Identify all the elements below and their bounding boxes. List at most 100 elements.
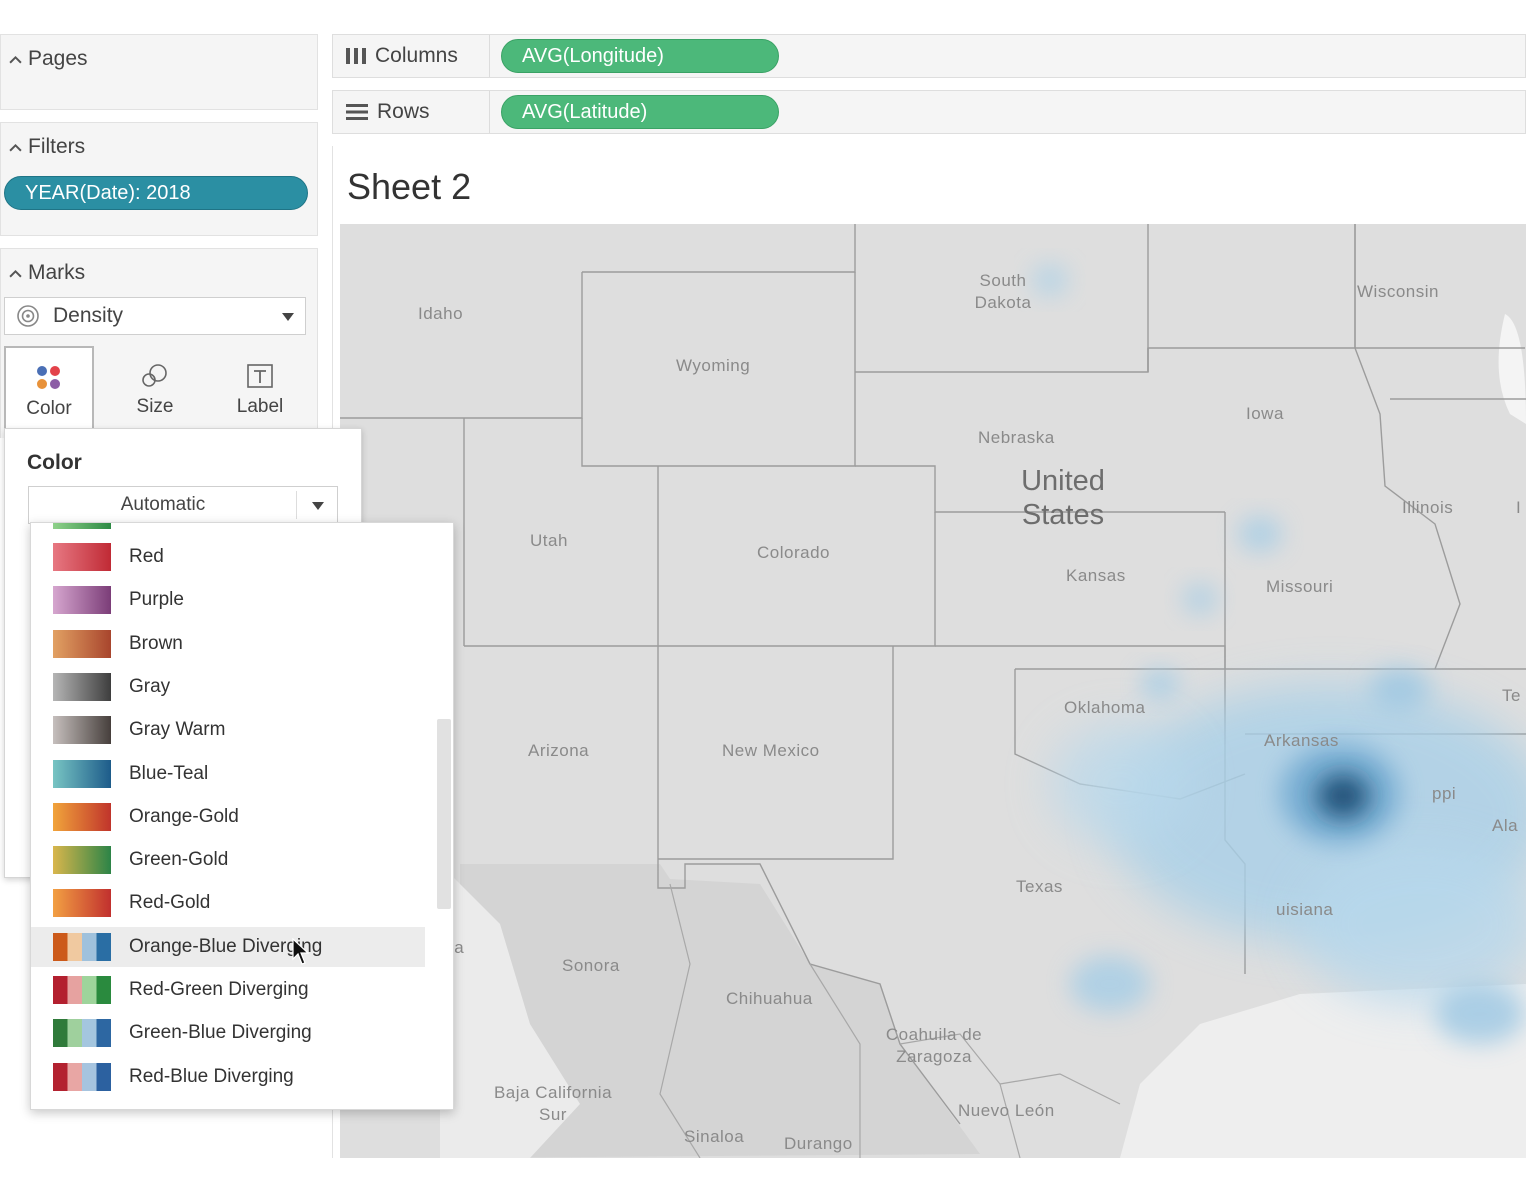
chevron-down-icon[interactable]: [281, 312, 295, 322]
palette-option-label: Green-Blue Diverging: [129, 1022, 312, 1044]
palette-option[interactable]: Purple: [31, 580, 425, 620]
label-t-icon: [247, 364, 273, 388]
palette-option-label: Gray Warm: [129, 719, 226, 741]
pages-card: Pages: [0, 34, 318, 110]
color-palette-dropdown[interactable]: Automatic: [28, 486, 338, 524]
palette-swatch: [53, 846, 111, 875]
columns-shelf[interactable]: Columns AVG(Longitude): [332, 34, 1526, 78]
palette-swatch: [53, 672, 111, 701]
state-label: Chihuahua: [726, 989, 813, 1008]
size-mark-button[interactable]: Size: [110, 346, 200, 428]
palette-swatch: [53, 976, 111, 1004]
state-label: Illinois: [1402, 498, 1454, 517]
state-label: Durango: [784, 1134, 853, 1153]
state-label: Baja California Sur: [493, 1083, 613, 1124]
palette-option-label: Red-Green Diverging: [129, 979, 309, 1000]
color-mark-button[interactable]: Color: [4, 346, 94, 430]
palette-option[interactable]: Gray Warm: [31, 710, 425, 750]
collapse-caret-icon[interactable]: [9, 141, 22, 154]
state-label: Wisconsin: [1357, 282, 1439, 301]
palette-swatch: [53, 629, 111, 658]
palette-swatch: [53, 759, 111, 788]
palette-option[interactable]: Orange-Gold: [31, 797, 425, 837]
state-label: Nuevo León: [958, 1101, 1055, 1120]
palette-option-label: Red: [129, 546, 164, 567]
state-label: Arizona: [528, 741, 590, 760]
state-label: Iowa: [1246, 404, 1284, 423]
sheet-title: Sheet 2: [347, 166, 472, 207]
state-label: Coahuila de Zaragoza: [885, 1025, 983, 1066]
shelf-divider: [489, 91, 490, 133]
columns-label-text: Columns: [375, 44, 458, 67]
palette-swatch: [53, 716, 111, 745]
state-label: Colorado: [757, 543, 830, 562]
filters-header[interactable]: Filters: [9, 135, 85, 159]
palette-option-label: Green-Gold: [129, 849, 229, 871]
density-map[interactable]: United States South Dakota Idaho Wyoming…: [340, 224, 1526, 1158]
palette-option[interactable]: Red: [31, 537, 425, 577]
state-label: Sinaloa: [684, 1127, 745, 1146]
color-popover-title: Color: [27, 451, 82, 474]
edge-label-partial: ppi: [1432, 784, 1457, 803]
state-label: Arkansas: [1264, 731, 1339, 750]
marks-title: Marks: [28, 261, 86, 284]
shelf-divider: [489, 35, 490, 77]
pages-header[interactable]: Pages: [9, 47, 88, 71]
state-label: Idaho: [418, 304, 464, 323]
palette-option[interactable]: Brown: [31, 624, 425, 664]
label-mark-label: Label: [236, 396, 284, 417]
color-palette-value: Automatic: [120, 494, 206, 515]
palette-option-label: Orange-Gold: [129, 805, 239, 827]
palette-option[interactable]: Blue-Teal: [31, 754, 425, 794]
state-label: Texas: [1016, 877, 1063, 896]
rows-shelf[interactable]: Rows AVG(Latitude): [332, 90, 1526, 134]
palette-swatch: [53, 586, 111, 615]
palette-option[interactable]: Red-Green Diverging: [31, 970, 425, 1010]
columns-icon: [346, 48, 366, 64]
columns-pill-longitude[interactable]: AVG(Longitude): [501, 39, 779, 73]
palette-option[interactable]: Green-Gold: [31, 840, 425, 880]
palette-option[interactable]: Red-Blue Diverging: [31, 1057, 425, 1097]
size-circles-icon: [142, 364, 167, 387]
palette-scrollbar[interactable]: [437, 719, 451, 909]
country-label: United States: [1021, 465, 1105, 531]
mark-type-dropdown[interactable]: Density: [4, 297, 306, 335]
palette-swatch: [53, 802, 111, 831]
color-mark-label: Color: [26, 398, 72, 419]
color-dots-icon: [37, 366, 60, 389]
density-icon: [17, 305, 39, 327]
state-label: Sonora: [562, 956, 620, 975]
palette-swatch: [53, 932, 111, 961]
density-layer: [1032, 264, 1526, 1044]
rows-pill-latitude[interactable]: AVG(Latitude): [501, 95, 779, 129]
state-label: Utah: [530, 531, 568, 550]
chevron-down-icon[interactable]: [311, 501, 325, 511]
state-label: New Mexico: [722, 741, 820, 760]
map-canvas: [340, 224, 1526, 1158]
lake-michigan: [1498, 314, 1526, 424]
state-label: Missouri: [1266, 577, 1334, 596]
collapse-caret-icon[interactable]: [9, 267, 22, 280]
palette-option[interactable]: Gray: [31, 667, 425, 707]
edge-label-partial: uisiana: [1276, 900, 1334, 919]
palette-option[interactable]: Green-Blue Diverging: [31, 1013, 425, 1053]
filters-title: Filters: [28, 135, 86, 158]
palette-list[interactable]: Red Purple Brown Gray Gray Warm Blue-Teal Oran…: [30, 522, 454, 1110]
columns-pill-label: AVG(Longitude): [522, 44, 664, 67]
dropdown-divider: [296, 491, 297, 519]
filter-pill-label: YEAR(Date): 2018: [25, 181, 191, 204]
state-label: Kansas: [1066, 566, 1126, 585]
palette-option-label: Purple: [129, 589, 184, 611]
marks-header[interactable]: Marks: [9, 261, 85, 285]
palette-swatch: [53, 1019, 111, 1048]
palette-option-label: Red-Blue Diverging: [129, 1065, 294, 1087]
collapse-caret-icon[interactable]: [9, 53, 22, 66]
palette-option[interactable]: Orange-Blue Diverging: [31, 926, 425, 967]
palette-option[interactable]: Red-Gold: [31, 883, 425, 923]
state-label: South Dakota: [974, 271, 1032, 312]
palette-option-label: Gray: [129, 675, 171, 697]
filter-pill-year[interactable]: YEAR(Date): 2018: [4, 176, 308, 210]
label-mark-button[interactable]: Label: [215, 346, 305, 428]
palette-swatch: [53, 543, 111, 571]
state-label: Oklahoma: [1064, 698, 1146, 717]
